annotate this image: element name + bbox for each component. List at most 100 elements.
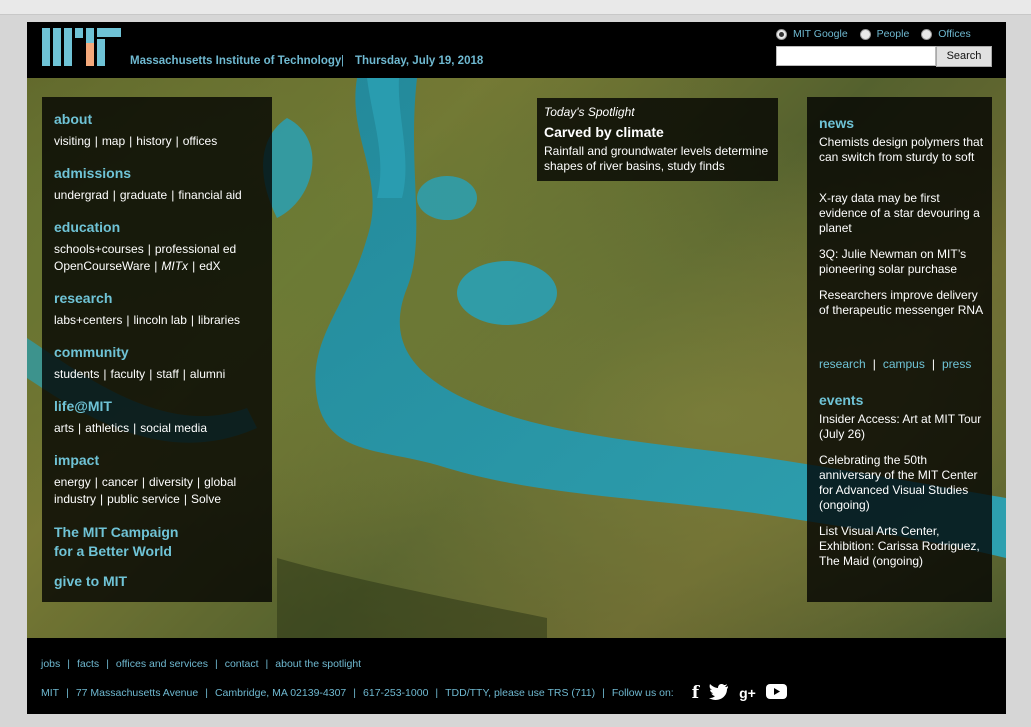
radio-offices-label: Offices bbox=[938, 28, 971, 40]
radio-offices[interactable]: Offices bbox=[921, 28, 971, 40]
footer-link-jobs[interactable]: jobs bbox=[41, 658, 60, 670]
link-staff[interactable]: staff bbox=[156, 367, 178, 381]
link-financial-aid[interactable]: financial aid bbox=[178, 188, 241, 202]
nav-education-links: schools+courses | professional ed OpenCour… bbox=[54, 242, 237, 273]
facebook-icon[interactable]: f bbox=[692, 683, 699, 703]
link-solve[interactable]: Solve bbox=[191, 492, 221, 506]
nav-community-title[interactable]: community bbox=[54, 344, 129, 360]
give-to-mit-link[interactable]: give to MIT bbox=[54, 573, 127, 589]
link-history[interactable]: history bbox=[136, 134, 171, 148]
left-nav-panel: about visiting | map | history | offices admis… bbox=[42, 97, 272, 602]
events-title[interactable]: events bbox=[819, 392, 863, 408]
footer-link-contact[interactable]: contact bbox=[225, 658, 259, 670]
campaign-line1: The MIT Campaign bbox=[54, 524, 179, 540]
search-input[interactable] bbox=[776, 46, 936, 66]
link-industry[interactable]: industry bbox=[54, 492, 96, 506]
link-undergrad[interactable]: undergrad bbox=[54, 188, 109, 202]
footer-phone: 617-253-1000 bbox=[363, 687, 429, 699]
news-item[interactable]: X-ray data may be first evidence of a st… bbox=[819, 191, 984, 236]
nav-admissions-title[interactable]: admissions bbox=[54, 165, 131, 181]
link-global[interactable]: global bbox=[204, 475, 236, 489]
nav-impact-title[interactable]: impact bbox=[54, 452, 99, 468]
footer-mit: MIT bbox=[41, 687, 60, 699]
link-labs-centers[interactable]: labs+centers bbox=[54, 313, 122, 327]
search-button[interactable]: Search bbox=[936, 46, 992, 67]
spotlight-description: Rainfall and groundwater levels determin… bbox=[544, 144, 769, 173]
header-separator: | bbox=[341, 55, 344, 67]
spotlight-label: Today's Spotlight bbox=[544, 105, 635, 119]
youtube-icon[interactable] bbox=[765, 684, 787, 702]
footer-link-offices-services[interactable]: offices and services bbox=[116, 658, 208, 670]
link-alumni[interactable]: alumni bbox=[190, 367, 225, 381]
link-social-media[interactable]: social media bbox=[140, 421, 207, 435]
link-public-service[interactable]: public service bbox=[107, 492, 180, 506]
nav-admissions-links: undergrad | graduate | financial aid bbox=[54, 188, 242, 202]
footer-link-facts[interactable]: facts bbox=[77, 658, 99, 670]
news-item[interactable]: Chemists design polymers that can switch… bbox=[819, 135, 984, 165]
mit-logo[interactable] bbox=[42, 28, 122, 66]
browser-top-strip bbox=[0, 0, 1031, 15]
spotlight-title[interactable]: Carved by climate bbox=[544, 124, 664, 140]
link-graduate[interactable]: graduate bbox=[120, 188, 167, 202]
footer-address: 77 Massachusetts Avenue bbox=[75, 687, 199, 699]
nav-impact-links: energy | cancer | diversity | global industry |… bbox=[54, 475, 237, 506]
link-diversity[interactable]: diversity bbox=[149, 475, 193, 489]
footer-follow: Follow us on: bbox=[611, 687, 674, 699]
google-plus-icon[interactable]: g+ bbox=[739, 685, 756, 701]
nav-about-links: visiting | map | history | offices bbox=[54, 134, 218, 148]
news-events-panel: news Chemists design polymers that can s… bbox=[807, 97, 992, 602]
radio-mit-google-dot[interactable] bbox=[776, 28, 787, 40]
event-item[interactable]: Celebrating the 50th anniversary of the … bbox=[819, 453, 984, 513]
header-date: Thursday, July 19, 2018 bbox=[355, 55, 484, 67]
footer-info: MIT | 77 Massachusetts Avenue | Cambridge,… bbox=[41, 683, 787, 703]
link-lincoln-lab[interactable]: lincoln lab bbox=[134, 313, 187, 327]
nav-life-links: arts | athletics | social media bbox=[54, 421, 207, 435]
link-energy[interactable]: energy bbox=[54, 475, 91, 489]
nav-research-title[interactable]: research bbox=[54, 290, 112, 306]
footer-city: Cambridge, MA 02139-4307 bbox=[214, 687, 347, 699]
radio-people[interactable]: People bbox=[859, 28, 909, 40]
link-schools-courses[interactable]: schools+courses bbox=[54, 242, 144, 256]
radio-people-dot[interactable] bbox=[859, 28, 871, 40]
footer-links: jobs | facts | offices and services | contact |… bbox=[41, 658, 362, 670]
link-arts[interactable]: arts bbox=[54, 421, 74, 435]
footer-link-about-spotlight[interactable]: about the spotlight bbox=[275, 658, 361, 670]
radio-offices-dot[interactable] bbox=[921, 28, 933, 40]
radio-mit-google-label: MIT Google bbox=[793, 28, 848, 40]
link-professional-ed[interactable]: professional ed bbox=[155, 242, 236, 256]
hero-background: about visiting | map | history | offices admis… bbox=[27, 78, 1006, 638]
campaign-line2: for a Better World bbox=[54, 543, 172, 559]
nav-research-links: labs+centers | lincoln lab | libraries bbox=[54, 313, 241, 327]
page-frame: Massachusetts Institute of Technology | … bbox=[27, 22, 1006, 714]
news-item[interactable]: 3Q: Julie Newman on MIT’s pioneering sol… bbox=[819, 247, 984, 277]
link-offices[interactable]: offices bbox=[183, 134, 217, 148]
link-visiting[interactable]: visiting bbox=[54, 134, 91, 148]
twitter-icon[interactable] bbox=[709, 683, 729, 703]
link-libraries[interactable]: libraries bbox=[198, 313, 240, 327]
nav-education-title[interactable]: education bbox=[54, 219, 120, 235]
news-title[interactable]: news bbox=[819, 115, 854, 131]
search-scope-radios: MIT Google People Offices bbox=[776, 28, 980, 43]
nav-about-title[interactable]: about bbox=[54, 111, 92, 127]
link-edx[interactable]: edX bbox=[199, 259, 220, 273]
link-mitx[interactable]: MITx bbox=[161, 259, 188, 273]
link-map[interactable]: map bbox=[102, 134, 125, 148]
link-athletics[interactable]: athletics bbox=[85, 421, 129, 435]
spotlight-panel[interactable]: Today's Spotlight Carved by climate Rain… bbox=[537, 98, 778, 181]
link-news-research[interactable]: research bbox=[819, 357, 866, 371]
campaign-link[interactable]: The MIT Campaign for a Better World bbox=[54, 523, 178, 561]
link-cancer[interactable]: cancer bbox=[102, 475, 138, 489]
news-item[interactable]: Researchers improve delivery of therapeu… bbox=[819, 288, 984, 318]
link-news-campus[interactable]: campus bbox=[883, 357, 925, 371]
institute-name[interactable]: Massachusetts Institute of Technology bbox=[130, 55, 341, 67]
link-faculty[interactable]: faculty bbox=[111, 367, 146, 381]
event-item[interactable]: Insider Access: Art at MIT Tour (July 26… bbox=[819, 412, 984, 442]
news-category-links: research | campus | press bbox=[819, 357, 972, 371]
radio-mit-google[interactable]: MIT Google bbox=[776, 28, 848, 40]
link-opencourseware[interactable]: OpenCourseWare bbox=[54, 259, 150, 273]
link-news-press[interactable]: press bbox=[942, 357, 971, 371]
event-item[interactable]: List Visual Arts Center, Exhibition: Car… bbox=[819, 524, 984, 569]
nav-life-title[interactable]: life@MIT bbox=[54, 398, 112, 414]
social-icons: f g+ bbox=[682, 683, 787, 703]
link-students[interactable]: students bbox=[54, 367, 99, 381]
